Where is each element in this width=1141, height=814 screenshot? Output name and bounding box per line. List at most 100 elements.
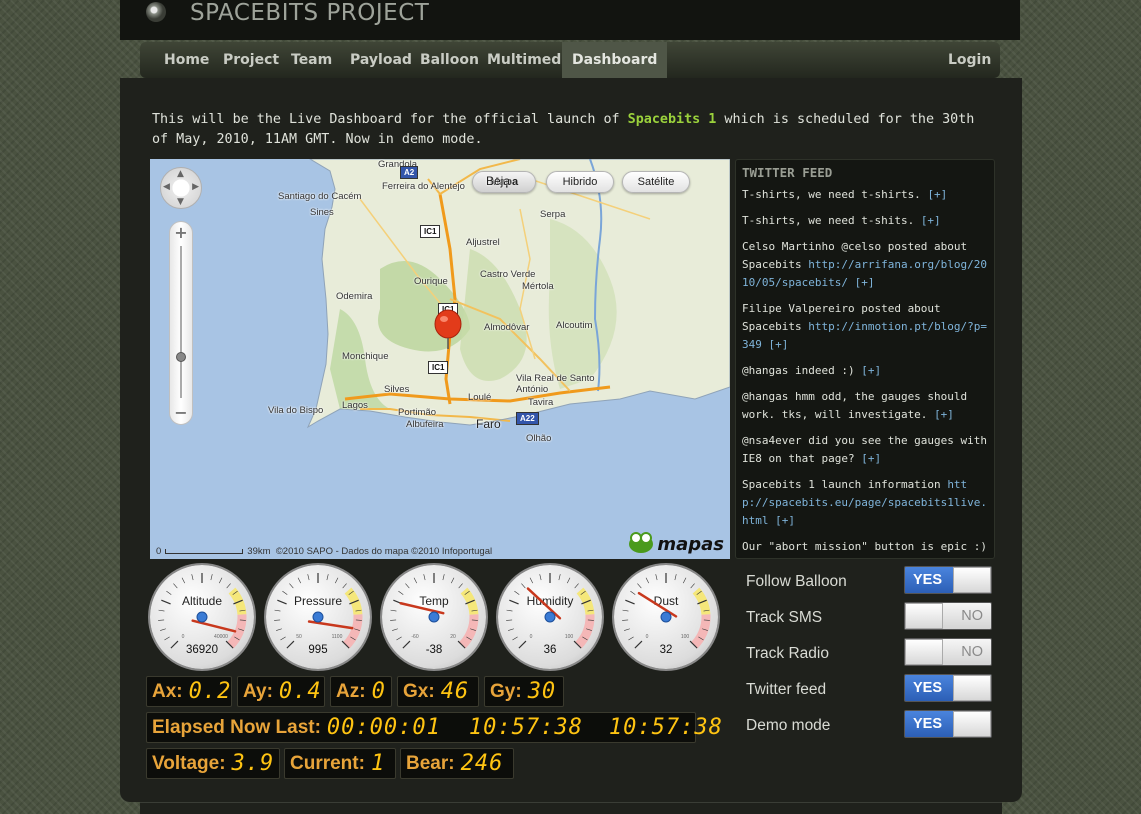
- tweet-more-link[interactable]: [+]: [775, 514, 795, 527]
- map-pan-control[interactable]: ▲ ▼ ◀ ▶: [160, 167, 202, 209]
- toggle-knob[interactable]: [905, 639, 943, 665]
- tweet-more-link[interactable]: [+]: [861, 364, 881, 377]
- tweet: T-shirts, we need t-shits. [+]: [742, 212, 992, 230]
- gauge-scale-label: 40000: [214, 634, 228, 640]
- tweet-text: Spacebits 1 launch information: [742, 478, 948, 491]
- gauge-scale-label: 1100: [332, 634, 343, 640]
- led-ax: Ax: 0.2: [146, 676, 232, 707]
- tweet-more-link[interactable]: [+]: [769, 338, 789, 351]
- tweet-text: T-shirts, we need t-shits.: [742, 214, 921, 227]
- led-current: Current: 1: [284, 748, 396, 779]
- toggle-knob[interactable]: [953, 675, 991, 701]
- tweet: @nsa4ever did you see the gauges with IE…: [742, 432, 992, 468]
- tweet-more-link[interactable]: [+]: [921, 214, 941, 227]
- map-place-label: Vila Real de Santo António: [516, 373, 595, 395]
- road-shield: A2: [400, 166, 419, 179]
- map-place-label: Aljustrel: [466, 237, 500, 248]
- toggle-state: YES: [913, 680, 943, 696]
- led-voltage-label: Voltage:: [152, 752, 226, 774]
- gauge-humidity: Humidity 0 100 36: [498, 565, 602, 669]
- led-ay-value: 0.4: [278, 679, 322, 704]
- toggle-label-track-sms: Track SMS: [746, 609, 823, 626]
- mapas-logo[interactable]: mapas: [629, 532, 724, 555]
- nav-dashboard[interactable]: Dashboard: [562, 42, 668, 78]
- map-type-hybrid-button[interactable]: Hibrido: [546, 171, 614, 193]
- map-place-label: Albufeira: [406, 419, 444, 430]
- scale-line: [165, 548, 244, 554]
- intro-before: This will be the Live Dashboard for the …: [152, 112, 628, 127]
- gauge-scale-label: 100: [565, 634, 574, 640]
- gauge-scale-label: 0: [646, 634, 649, 640]
- gauge-dust: Dust 0 100 32: [614, 565, 718, 669]
- site-title[interactable]: SPACEBITS PROJECT: [190, 0, 429, 26]
- scale-text: 39km: [247, 546, 271, 557]
- led-bear-label: Bear:: [406, 752, 455, 774]
- road-shield: A22: [516, 412, 539, 425]
- tweet-more-link[interactable]: [+]: [861, 452, 881, 465]
- tweet-link[interactable]: http://www.sparkfun.com/commerce: [742, 558, 954, 559]
- toggle-track-sms[interactable]: NO: [904, 602, 992, 630]
- led-ax-value: 0.2: [188, 679, 232, 704]
- road-shield: IC1: [420, 225, 441, 238]
- gauge-label: Altitude: [182, 594, 222, 608]
- zoom-in-icon[interactable]: +: [172, 224, 190, 242]
- map-place-label: Ferreira do Alentejo: [382, 181, 465, 192]
- mapas-brand: mapas: [657, 533, 724, 555]
- balloon-marker-icon[interactable]: [432, 309, 464, 349]
- zoom-out-icon[interactable]: −: [172, 404, 190, 422]
- gauge-scale-label: 0: [530, 634, 533, 640]
- led-gx-label: Gx:: [403, 680, 435, 702]
- gauge-scale-label: 0: [182, 634, 185, 640]
- map-place-label: Serpa: [540, 209, 566, 220]
- gauge-temp: Temp -60 20 -38: [382, 565, 486, 669]
- toggle-twitter-feed[interactable]: YES: [904, 674, 992, 702]
- map[interactable]: ▲ ▼ ◀ ▶ + − Mapa Hibrido Satélite Grandola…: [150, 159, 730, 559]
- led-gx-value: 46: [440, 679, 470, 704]
- map-zoom-control[interactable]: + −: [169, 221, 193, 425]
- twitter-feed-list: T-shirts, we need t-shirts. [+] T-shirts,…: [742, 186, 992, 559]
- toggle-knob[interactable]: [953, 711, 991, 737]
- zoom-track: [180, 246, 182, 398]
- map-place-label: Loulé: [468, 392, 492, 403]
- toggle-state: YES: [913, 572, 943, 588]
- map-scale: 0 39km ©2010 SAPO - Dados do mapa ©2010 I…: [150, 545, 620, 559]
- gauge-scale-label: 20: [450, 634, 456, 640]
- gauge-needle: [191, 619, 237, 633]
- led-ay-label: Ay:: [243, 680, 273, 702]
- map-place-label: Olhão: [526, 433, 552, 444]
- gauge-hub: [660, 611, 672, 623]
- nav-home[interactable]: Home: [154, 42, 219, 78]
- led-az-label: Az:: [336, 680, 366, 702]
- led-current-value: 1: [370, 751, 386, 776]
- map-place-label: Silves: [384, 384, 410, 395]
- map-place-label: Alcoutim: [556, 320, 593, 331]
- map-place-label: Lagos: [342, 400, 368, 411]
- tweet-text: Our "abort mission" button is epic :): [742, 540, 988, 553]
- nav-project[interactable]: Project: [213, 42, 289, 78]
- tweet-more-link[interactable]: [+]: [927, 188, 947, 201]
- map-place-label: Ourique: [414, 276, 448, 287]
- led-elapsed: 00:00:01: [326, 715, 441, 740]
- toggle-knob[interactable]: [953, 567, 991, 593]
- intro-highlight: Spacebits 1: [627, 112, 717, 127]
- toggle-track-radio[interactable]: NO: [904, 638, 992, 666]
- intro-text: This will be the Live Dashboard for the …: [152, 110, 982, 150]
- led-last: 10:57:38: [608, 715, 723, 740]
- toggle-knob[interactable]: [905, 603, 943, 629]
- pan-up-icon: ▲: [177, 169, 184, 179]
- map-place-label: Sines: [310, 207, 334, 218]
- nav-team[interactable]: Team: [281, 42, 342, 78]
- zoom-slider-handle[interactable]: [176, 352, 186, 362]
- tweet-more-link[interactable]: [+]: [855, 276, 875, 289]
- logo-icon[interactable]: [146, 2, 166, 22]
- tweet: T-shirts, we need t-shirts. [+]: [742, 186, 992, 204]
- toggle-demo-mode[interactable]: YES: [904, 710, 992, 738]
- twitter-feed-title: TWITTER FEED: [742, 165, 833, 180]
- map-place-label: Faro: [476, 417, 501, 431]
- login-link[interactable]: Login: [938, 42, 1001, 78]
- toggle-follow-balloon[interactable]: YES: [904, 566, 992, 594]
- map-place-label: Vila do Bispo: [268, 405, 324, 416]
- tweet-more-link[interactable]: [+]: [934, 408, 954, 421]
- tweet-more-link[interactable]: [+]: [961, 558, 981, 559]
- map-type-satellite-button[interactable]: Satélite: [622, 171, 690, 193]
